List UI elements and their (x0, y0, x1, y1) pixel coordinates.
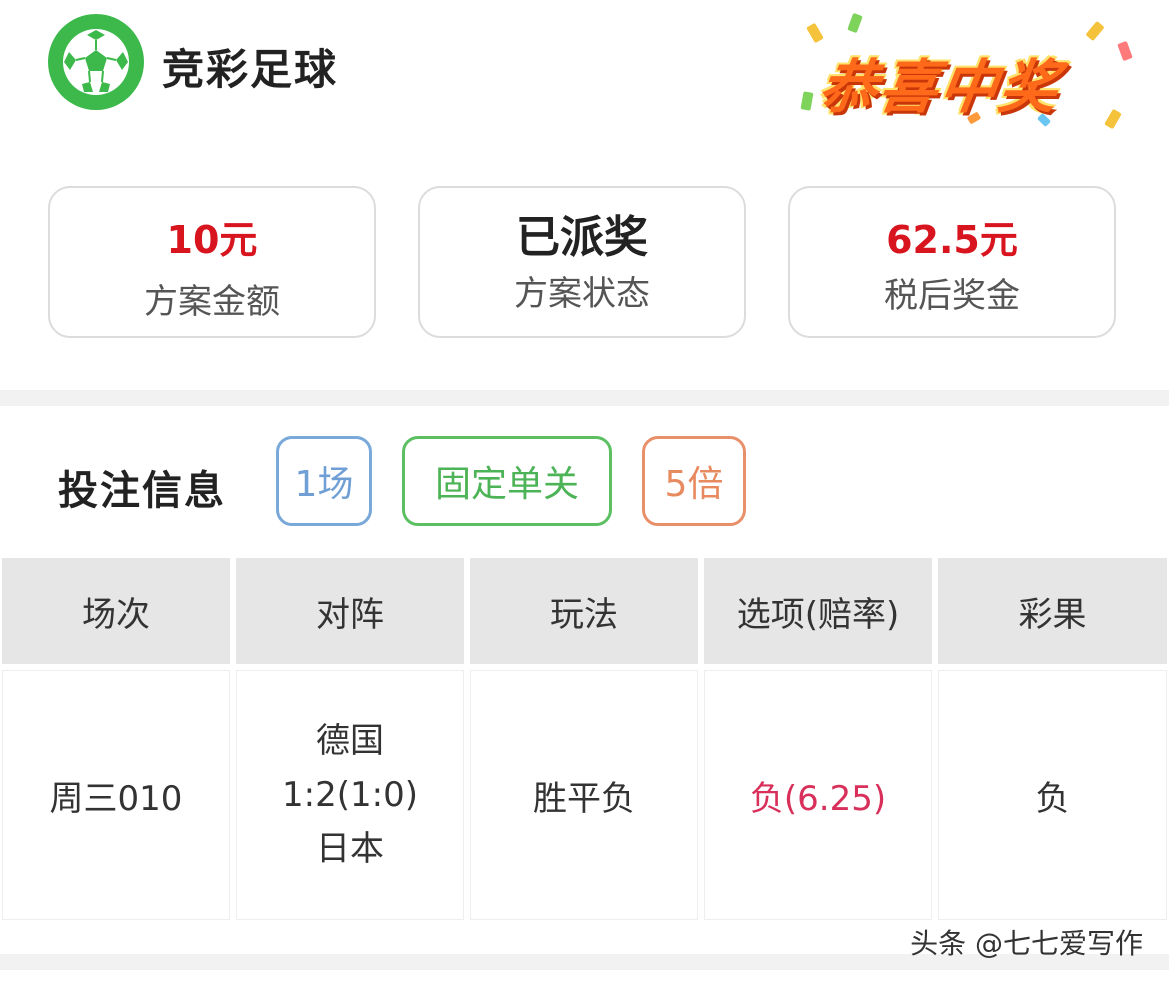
pick-odds: 负(6.25) (749, 778, 887, 819)
home-team: 德国 (316, 721, 384, 761)
status-label: 方案状态 (514, 274, 650, 314)
amount-label: 方案金额 (144, 282, 280, 322)
watermark: 头条 @七七爱写作 (910, 927, 1143, 960)
prize-label: 税后奖金 (884, 276, 1020, 316)
match-score: 1:2(1:0) (282, 775, 418, 815)
header-play-type: 玩法 (470, 558, 698, 664)
header-pick-odds: 选项(赔率) (704, 558, 932, 664)
summary-cards: 10元 方案金额 已派奖 方案状态 62.5元 税后奖金 (48, 186, 1120, 342)
header-fixture: 对阵 (236, 558, 464, 664)
cell-result: 负 (938, 670, 1167, 920)
header-match-no: 场次 (2, 558, 230, 664)
section-divider (0, 390, 1169, 406)
cell-fixture: 德国 1:2(1:0) 日本 (236, 670, 464, 920)
congrats-text: 恭喜中奖 (814, 53, 1065, 121)
cell-pick-odds: 负(6.25) (704, 670, 932, 920)
match-no: 周三010 (49, 778, 183, 819)
away-team: 日本 (316, 829, 384, 869)
app-title: 竞彩足球 (162, 45, 339, 94)
status-card: 已派奖 方案状态 (418, 186, 746, 338)
play-type: 胜平负 (533, 778, 635, 819)
bet-info-title: 投注信息 (58, 468, 226, 514)
amount-card: 10元 方案金额 (48, 186, 376, 338)
match-result: 负 (1035, 778, 1070, 819)
status-value: 已派奖 (516, 212, 648, 263)
multiplier-tag: 5倍 (642, 436, 746, 526)
pass-type-tag: 固定单关 (402, 436, 612, 526)
header-result: 彩果 (938, 558, 1167, 664)
cell-match-no: 周三010 (2, 670, 230, 920)
header: 竞彩足球 恭喜中奖 (0, 0, 1169, 150)
prize-card: 62.5元 税后奖金 (788, 186, 1116, 338)
match-count-tag: 1场 (276, 436, 372, 526)
football-logo-icon (48, 14, 144, 110)
amount-value: 10元 (166, 218, 258, 262)
prize-value: 62.5元 (886, 218, 1018, 262)
congrats-banner: 恭喜中奖 (790, 12, 1150, 134)
cell-play-type: 胜平负 (470, 670, 698, 920)
